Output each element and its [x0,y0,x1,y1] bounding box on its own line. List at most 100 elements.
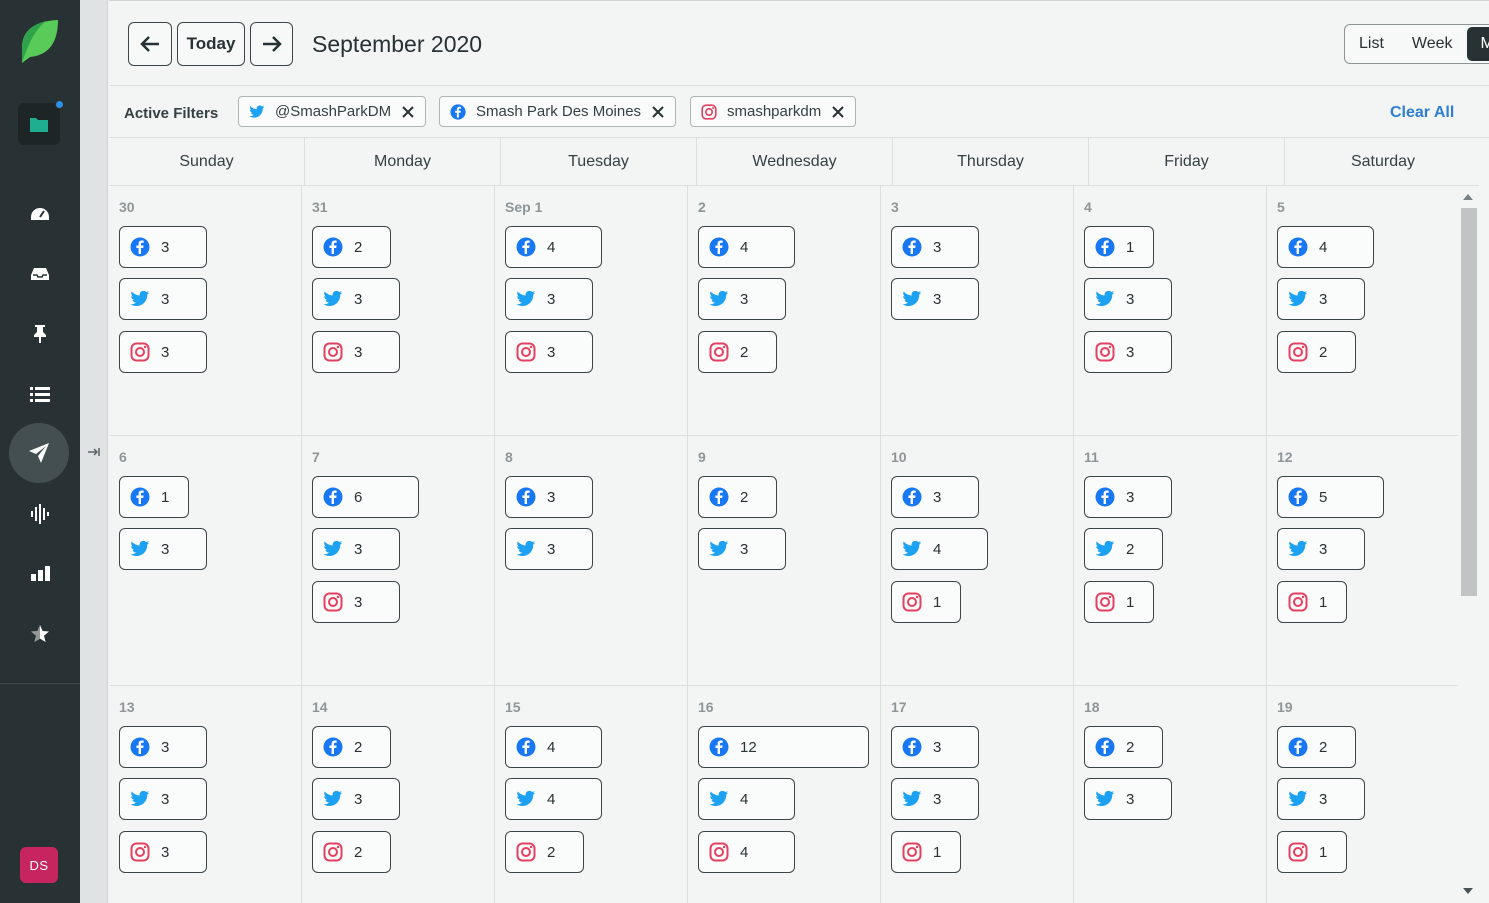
facebook-post-count-pill[interactable]: 4 [505,226,602,268]
inbox-icon[interactable] [24,258,56,290]
pin-icon[interactable] [24,318,56,350]
facebook-post-count-pill[interactable]: 4 [1277,226,1374,268]
calendar-scrollbar[interactable] [1458,186,1479,903]
instagram-post-count-pill[interactable]: 1 [891,581,961,623]
star-icon[interactable] [24,618,56,650]
instagram-post-count-pill[interactable]: 3 [119,331,207,373]
facebook-post-count-pill[interactable]: 3 [119,726,207,768]
facebook-post-count-pill[interactable]: 3 [119,226,207,268]
twitter-post-count-pill[interactable]: 3 [1277,528,1365,570]
calendar-day-cell[interactable]: 8 3 3 [495,436,688,686]
facebook-post-count-pill[interactable]: 2 [312,226,391,268]
facebook-post-count-pill[interactable]: 2 [1084,726,1163,768]
calendar-day-cell[interactable]: 5 4 3 2 [1267,186,1460,436]
facebook-post-count-pill[interactable]: 1 [1084,226,1154,268]
calendar-day-cell[interactable]: 2 4 3 2 [688,186,881,436]
calendar-day-cell[interactable]: 31 2 3 3 [302,186,495,436]
twitter-post-count-pill[interactable]: 3 [1277,278,1365,320]
clear-all-link[interactable]: Clear All [1390,104,1454,122]
instagram-post-count-pill[interactable]: 1 [1277,581,1347,623]
calendar-day-cell[interactable]: 16 12 4 4 [688,686,881,903]
calendar-day-cell[interactable]: 12 5 3 1 [1267,436,1460,686]
twitter-post-count-pill[interactable]: 3 [505,528,593,570]
instagram-post-count-pill[interactable]: 3 [312,331,400,373]
twitter-post-count-pill[interactable]: 3 [698,278,786,320]
audio-wave-icon[interactable] [24,498,56,530]
twitter-post-count-pill[interactable]: 4 [505,778,602,820]
calendar-day-cell[interactable]: 14 2 3 2 [302,686,495,903]
scroll-down-arrow[interactable] [1463,888,1473,894]
facebook-post-count-pill[interactable]: 2 [1277,726,1356,768]
calendar-day-cell[interactable]: 17 3 3 1 [881,686,1074,903]
next-button[interactable] [250,22,293,66]
facebook-post-count-pill[interactable]: 2 [312,726,391,768]
twitter-post-count-pill[interactable]: 4 [891,528,988,570]
avatar[interactable]: DS [20,847,58,883]
instagram-post-count-pill[interactable]: 2 [698,331,777,373]
facebook-post-count-pill[interactable]: 3 [891,226,979,268]
instagram-post-count-pill[interactable]: 1 [1277,831,1347,873]
instagram-post-count-pill[interactable]: 1 [1084,581,1154,623]
sprout-logo-icon[interactable] [20,19,60,65]
facebook-post-count-pill[interactable]: 6 [312,476,419,518]
twitter-post-count-pill[interactable]: 3 [312,278,400,320]
remove-filter-icon[interactable] [401,105,415,119]
remove-filter-icon[interactable] [831,105,845,119]
remove-filter-icon[interactable] [651,105,665,119]
facebook-post-count-pill[interactable]: 3 [505,476,593,518]
twitter-post-count-pill[interactable]: 3 [1277,778,1365,820]
twitter-post-count-pill[interactable]: 3 [312,778,400,820]
calendar-day-cell[interactable]: 6 1 3 [109,436,302,686]
scroll-thumb[interactable] [1461,208,1477,596]
facebook-post-count-pill[interactable]: 4 [505,726,602,768]
calendar-day-cell[interactable]: 7 6 3 3 [302,436,495,686]
instagram-post-count-pill[interactable]: 1 [891,831,961,873]
view-week-tab[interactable]: Week [1398,25,1467,63]
twitter-post-count-pill[interactable]: 4 [698,778,795,820]
calendar-day-cell[interactable]: 13 3 3 3 [109,686,302,903]
instagram-post-count-pill[interactable]: 3 [505,331,593,373]
twitter-post-count-pill[interactable]: 3 [119,278,207,320]
previous-button[interactable] [128,22,172,66]
facebook-post-count-pill[interactable]: 1 [119,476,189,518]
calendar-day-cell[interactable]: 18 2 3 [1074,686,1267,903]
twitter-post-count-pill[interactable]: 3 [1084,778,1172,820]
instagram-post-count-pill[interactable]: 2 [1277,331,1356,373]
calendar-day-cell[interactable]: Sep 1 4 3 3 [495,186,688,436]
calendar-day-cell[interactable]: 10 3 4 1 [881,436,1074,686]
list-icon[interactable] [24,378,56,410]
calendar-day-cell[interactable]: 4 1 3 3 [1074,186,1267,436]
instagram-post-count-pill[interactable]: 4 [698,831,795,873]
view-list-tab[interactable]: List [1345,25,1398,63]
instagram-post-count-pill[interactable]: 2 [505,831,584,873]
folder-icon[interactable] [18,100,64,145]
facebook-post-count-pill[interactable]: 2 [698,476,777,518]
twitter-post-count-pill[interactable]: 2 [1084,528,1163,570]
facebook-post-count-pill[interactable]: 5 [1277,476,1384,518]
twitter-post-count-pill[interactable]: 3 [891,778,979,820]
facebook-post-count-pill[interactable]: 12 [698,726,869,768]
dashboard-icon[interactable] [24,198,56,230]
calendar-day-cell[interactable]: 15 4 4 2 [495,686,688,903]
instagram-post-count-pill[interactable]: 3 [1084,331,1172,373]
twitter-post-count-pill[interactable]: 3 [698,528,786,570]
panel-collapse-strip[interactable] [80,0,108,903]
instagram-post-count-pill[interactable]: 3 [312,581,400,623]
calendar-day-cell[interactable]: 30 3 3 3 [109,186,302,436]
twitter-post-count-pill[interactable]: 3 [1084,278,1172,320]
instagram-post-count-pill[interactable]: 2 [312,831,391,873]
twitter-post-count-pill[interactable]: 3 [312,528,400,570]
instagram-post-count-pill[interactable]: 3 [119,831,207,873]
calendar-day-cell[interactable]: 9 2 3 [688,436,881,686]
expand-panel-icon[interactable] [86,444,102,460]
filter-chip-twitter[interactable]: @SmashParkDM [238,96,427,127]
scroll-up-arrow[interactable] [1463,194,1473,200]
twitter-post-count-pill[interactable]: 3 [891,278,979,320]
send-icon[interactable] [9,423,69,483]
facebook-post-count-pill[interactable]: 3 [1084,476,1172,518]
filter-chip-instagram[interactable]: smashparkdm [690,96,857,127]
twitter-post-count-pill[interactable]: 3 [119,528,207,570]
today-button[interactable]: Today [177,22,245,66]
twitter-post-count-pill[interactable]: 3 [119,778,207,820]
bar-chart-icon[interactable] [24,558,56,590]
